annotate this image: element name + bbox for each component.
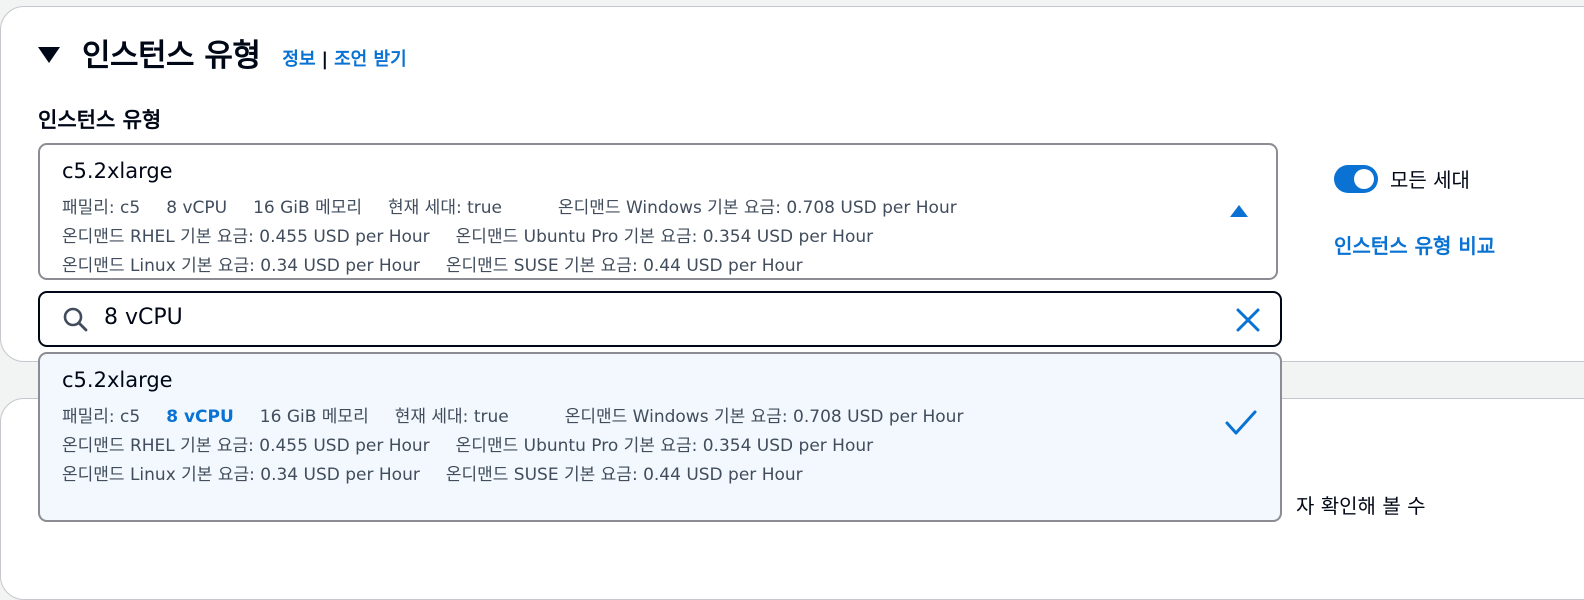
option-family: 패밀리: c5	[62, 407, 141, 427]
advice-link[interactable]: 조언 받기	[334, 49, 407, 70]
option-details-line-3: 온디맨드 Linux 기본 요금: 0.34 USD per Hour 온디맨드 …	[62, 460, 829, 485]
search-box[interactable]	[38, 291, 1282, 347]
selected-details-line-3: 온디맨드 Linux 기본 요금: 0.34 USD per Hour 온디맨드 …	[62, 251, 829, 276]
selected-instance-name: c5.2xlarge	[62, 159, 173, 183]
suse-price: 온디맨드 SUSE 기본 요금: 0.44 USD per Hour	[445, 256, 803, 276]
option-vcpu-highlight: 8 vCPU	[166, 407, 234, 427]
rhel-price: 온디맨드 RHEL 기본 요금: 0.455 USD per Hour	[62, 227, 430, 247]
compare-instance-types-link[interactable]: 인스턴스 유형 비교	[1334, 230, 1495, 259]
option-details-line-2: 온디맨드 RHEL 기본 요금: 0.455 USD per Hour 온디맨드 …	[62, 431, 899, 456]
instance-type-select[interactable]: c5.2xlarge 패밀리: c5 8 vCPU 16 GiB 메모리 현재 세대:…	[38, 143, 1278, 280]
clear-icon[interactable]	[1234, 306, 1262, 334]
ubuntu-price: 온디맨드 Ubuntu Pro 기본 요금: 0.354 USD per Hou…	[455, 227, 874, 247]
dropdown-option[interactable]: c5.2xlarge 패밀리: c5 8 vCPU 16 GiB 메모리 현재 세대:…	[40, 354, 1280, 520]
caret-up-icon[interactable]	[1230, 205, 1248, 217]
current-gen: 현재 세대: true	[388, 198, 502, 218]
instance-type-label: 인스턴스 유형	[38, 108, 162, 132]
windows-price: 온디맨드 Windows 기본 요금: 0.708 USD per Hour	[557, 198, 957, 218]
section-header: 인스턴스 유형 정보 | 조언 받기	[38, 30, 407, 75]
all-generations-toggle[interactable]	[1334, 164, 1378, 193]
link-separator: |	[321, 48, 329, 70]
search-icon	[63, 307, 88, 332]
family: 패밀리: c5	[62, 198, 141, 218]
linux-price: 온디맨드 Linux 기본 요금: 0.34 USD per Hour	[62, 256, 420, 276]
all-generations-toggle-wrap: 모든 세대	[1334, 164, 1470, 193]
collapse-triangle-icon[interactable]	[38, 46, 60, 63]
header-links: 정보 | 조언 받기	[282, 45, 406, 71]
vcpu: 8 vCPU	[166, 198, 228, 218]
memory: 16 GiB 메모리	[253, 198, 362, 218]
option-ubuntu-price: 온디맨드 Ubuntu Pro 기본 요금: 0.354 USD per Hou…	[455, 436, 874, 456]
option-details-line-1: 패밀리: c5 8 vCPU 16 GiB 메모리 현재 세대: true 온디맨드 W…	[62, 402, 989, 427]
option-suse-price: 온디맨드 SUSE 기본 요금: 0.44 USD per Hour	[445, 465, 803, 485]
option-instance-name: c5.2xlarge	[62, 368, 173, 392]
search-input[interactable]	[104, 305, 1184, 330]
option-memory: 16 GiB 메모리	[259, 407, 369, 427]
toggle-knob	[1354, 168, 1374, 189]
option-rhel-price: 온디맨드 RHEL 기본 요금: 0.455 USD per Hour	[62, 436, 430, 456]
section-title: 인스턴스 유형	[82, 38, 261, 74]
option-current-gen: 현재 세대: true	[394, 407, 509, 427]
selected-details-line-2: 온디맨드 RHEL 기본 요금: 0.455 USD per Hour 온디맨드 …	[62, 222, 899, 247]
check-icon	[1225, 410, 1257, 435]
info-link[interactable]: 정보	[282, 49, 315, 70]
selected-details-line-1: 패밀리: c5 8 vCPU 16 GiB 메모리 현재 세대: true 온디맨드 W…	[62, 193, 983, 218]
obscured-text: 자 확인해 볼 수	[1296, 494, 1426, 518]
option-windows-price: 온디맨드 Windows 기본 요금: 0.708 USD per Hour	[564, 407, 964, 427]
toggle-label: 모든 세대	[1390, 168, 1470, 192]
option-linux-price: 온디맨드 Linux 기본 요금: 0.34 USD per Hour	[62, 465, 420, 485]
dropdown-option-list: c5.2xlarge 패밀리: c5 8 vCPU 16 GiB 메모리 현재 세대:…	[38, 352, 1282, 522]
